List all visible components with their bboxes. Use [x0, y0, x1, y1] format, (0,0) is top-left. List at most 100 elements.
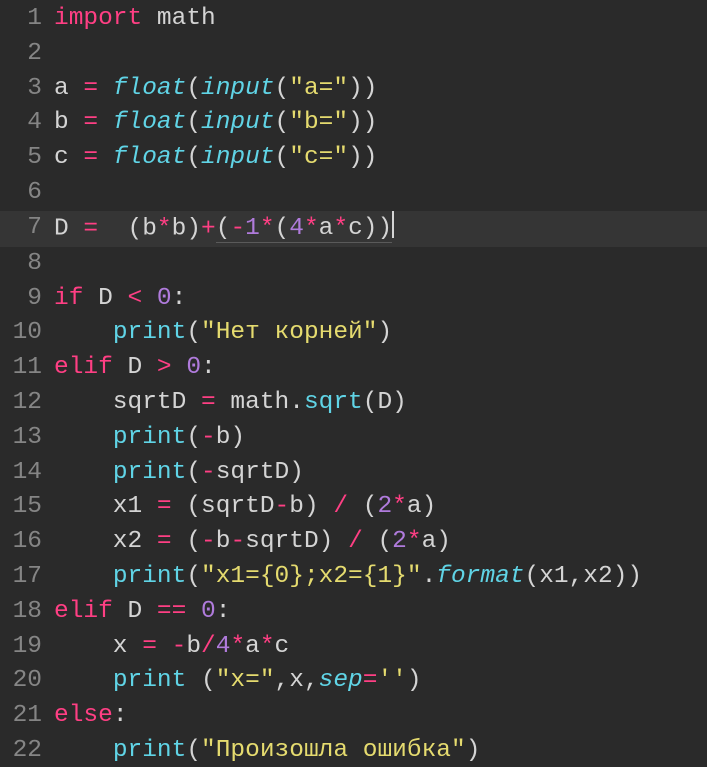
line-number: 8: [0, 247, 54, 282]
token: ): [407, 667, 422, 694]
token: "x=": [216, 667, 275, 694]
token: /: [333, 493, 348, 520]
token: a: [319, 215, 334, 243]
code-line[interactable]: 4b = float(input("b=")): [0, 106, 707, 141]
token: (: [348, 493, 377, 520]
code-editor[interactable]: 1import math23a = float(input("a="))4b =…: [0, 0, 707, 767]
code-content[interactable]: print(-sqrtD): [54, 456, 304, 491]
code-line[interactable]: 20 print ("x=",x,sep=''): [0, 664, 707, 699]
token: "b=": [289, 109, 348, 136]
token: =: [83, 144, 98, 171]
code-content[interactable]: sqrtD = math.sqrt(D): [54, 386, 407, 421]
code-content[interactable]: elif D > 0:: [54, 351, 216, 386]
token: math.: [216, 389, 304, 416]
token: (: [186, 563, 201, 590]
token: =: [157, 493, 172, 520]
token: =: [363, 667, 378, 694]
token: input: [201, 75, 275, 102]
code-line[interactable]: 3a = float(input("a=")): [0, 72, 707, 107]
token: (: [186, 319, 201, 346]
token: [54, 563, 113, 590]
code-line[interactable]: 13 print(-b): [0, 421, 707, 456]
code-content[interactable]: x2 = (-b-sqrtD) / (2*a): [54, 525, 451, 560]
token: )): [348, 109, 377, 136]
token: sqrt: [304, 389, 363, 416]
token: (: [186, 737, 201, 764]
code-line[interactable]: 19 x = -b/4*a*c: [0, 630, 707, 665]
code-content[interactable]: print("Нет корней"): [54, 316, 392, 351]
code-content[interactable]: print ("x=",x,sep=''): [54, 664, 422, 699]
line-number: 11: [0, 351, 54, 386]
token: -: [230, 528, 245, 555]
code-line[interactable]: 11elif D > 0:: [0, 351, 707, 386]
code-content[interactable]: print("x1={0};x2={1}".format(x1,x2)): [54, 560, 642, 595]
token: print: [113, 424, 187, 451]
token: /: [201, 633, 216, 660]
line-number: 10: [0, 316, 54, 351]
token: x2: [54, 528, 157, 555]
token: [54, 667, 113, 694]
token: sqrtD): [216, 459, 304, 486]
token: [98, 109, 113, 136]
token: *: [333, 215, 348, 243]
code-line[interactable]: 8: [0, 247, 707, 282]
token: 0: [186, 354, 201, 381]
token: (: [186, 144, 201, 171]
code-content[interactable]: print("Произошла ошибка"): [54, 734, 480, 767]
code-line[interactable]: 6: [0, 176, 707, 211]
code-content[interactable]: a = float(input("a=")): [54, 72, 377, 107]
code-line[interactable]: 12 sqrtD = math.sqrt(D): [0, 386, 707, 421]
token: D: [113, 354, 157, 381]
token: print: [113, 459, 187, 486]
code-line[interactable]: 2: [0, 37, 707, 72]
token: =: [157, 528, 172, 555]
token: sep: [319, 667, 363, 694]
code-content[interactable]: D = (b*b)+(-1*(4*a*c)): [54, 211, 394, 247]
code-line[interactable]: 1import math: [0, 2, 707, 37]
token: a): [407, 493, 436, 520]
line-number: 13: [0, 421, 54, 456]
token: elif: [54, 598, 113, 625]
token: (: [186, 75, 201, 102]
code-line[interactable]: 21else:: [0, 699, 707, 734]
code-line[interactable]: 15 x1 = (sqrtD-b) / (2*a): [0, 490, 707, 525]
token: [98, 144, 113, 171]
code-line[interactable]: 14 print(-sqrtD): [0, 456, 707, 491]
line-number: 7: [0, 211, 54, 247]
code-content[interactable]: else:: [54, 699, 128, 734]
code-content[interactable]: import math: [54, 2, 216, 37]
code-content[interactable]: x1 = (sqrtD-b) / (2*a): [54, 490, 436, 525]
token: (: [172, 528, 201, 555]
token: (: [275, 75, 290, 102]
token: x: [54, 633, 142, 660]
token: -: [172, 633, 187, 660]
code-line[interactable]: 9if D < 0:: [0, 282, 707, 317]
token: (: [186, 459, 201, 486]
code-content[interactable]: c = float(input("c=")): [54, 141, 377, 176]
code-content[interactable]: if D < 0:: [54, 282, 186, 317]
token: =: [83, 215, 98, 242]
line-number: 1: [0, 2, 54, 37]
code-line[interactable]: 16 x2 = (-b-sqrtD) / (2*a): [0, 525, 707, 560]
token: ,x,: [275, 667, 319, 694]
line-number: 21: [0, 699, 54, 734]
token: :: [201, 354, 216, 381]
line-number: 16: [0, 525, 54, 560]
code-line[interactable]: 10 print("Нет корней"): [0, 316, 707, 351]
code-content[interactable]: b = float(input("b=")): [54, 106, 377, 141]
token: .: [422, 563, 437, 590]
code-content[interactable]: print(-b): [54, 421, 245, 456]
code-content[interactable]: x = -b/4*a*c: [54, 630, 289, 665]
code-line[interactable]: 5c = float(input("c=")): [0, 141, 707, 176]
token: (: [186, 109, 201, 136]
code-line[interactable]: 22 print("Произошла ошибка"): [0, 734, 707, 767]
code-line[interactable]: 7D = (b*b)+(-1*(4*a*c)): [0, 211, 707, 247]
token: '': [377, 667, 406, 694]
token: "x1={0};x2={1}": [201, 563, 422, 590]
line-number: 20: [0, 664, 54, 699]
token: c)): [348, 215, 392, 243]
token: [142, 5, 157, 32]
code-content[interactable]: elif D == 0:: [54, 595, 230, 630]
code-line[interactable]: 18elif D == 0:: [0, 595, 707, 630]
code-line[interactable]: 17 print("x1={0};x2={1}".format(x1,x2)): [0, 560, 707, 595]
